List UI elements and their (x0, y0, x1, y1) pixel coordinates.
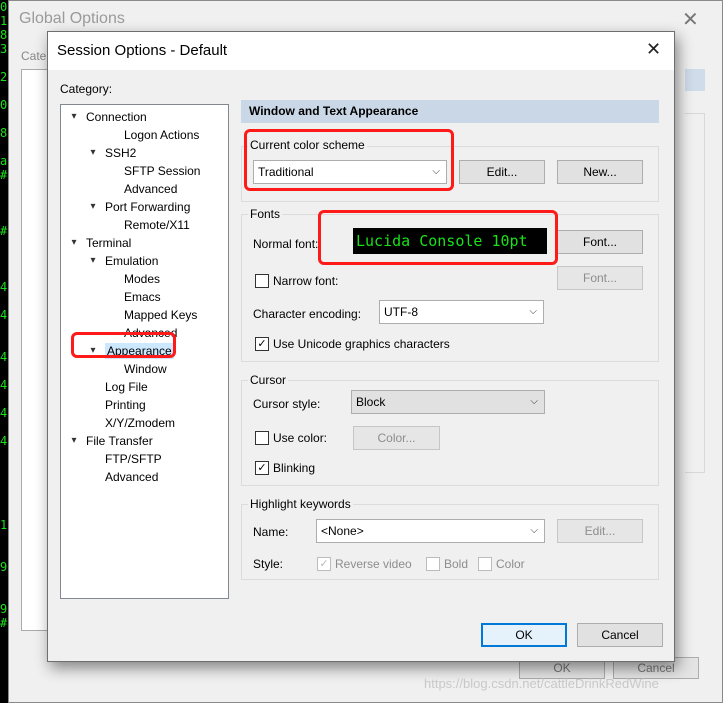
highlight-name-value: <None> (321, 524, 364, 538)
dialog-title: Session Options - Default (57, 42, 228, 59)
color-label: Color (496, 557, 525, 571)
tree-item-printing[interactable]: Printing (105, 397, 146, 413)
encoding-select[interactable]: UTF-8 ⌵ (379, 300, 544, 324)
chevron-down-icon: ⌵ (529, 306, 537, 317)
tree-item-x-y-zmodem[interactable]: X/Y/Zmodem (105, 415, 175, 431)
unicode-graphics-label: Use Unicode graphics characters (273, 337, 450, 351)
dialog-titlebar: Session Options - Default ✕ (48, 32, 674, 70)
global-header-bar (685, 69, 705, 91)
cursor-group-label: Cursor (248, 373, 289, 387)
cursor-style-value: Block (356, 395, 386, 409)
cursor-style-select[interactable]: Block ⌵ (351, 390, 545, 414)
cursor-color-button[interactable]: Color... (353, 426, 440, 450)
tree-item-sftp-session[interactable]: SFTP Session (124, 163, 200, 179)
bold-label: Bold (444, 557, 469, 571)
unicode-graphics-checkbox[interactable]: ✓ (255, 337, 269, 351)
normal-font-label: Normal font: (253, 237, 319, 251)
cursor-style-label: Cursor style: (253, 397, 321, 411)
bold-checkbox[interactable] (426, 557, 440, 571)
annotation-red-box (71, 332, 176, 358)
tree-item-ftp-sftp[interactable]: FTP/SFTP (105, 451, 162, 467)
annotation-red-box (244, 129, 454, 191)
chevron-down-icon[interactable]: ▾ (69, 433, 79, 449)
highlight-group-label: Highlight keywords (248, 497, 353, 511)
tree-item-port-forwarding[interactable]: Port Forwarding (105, 199, 190, 215)
tree-item-file-transfer[interactable]: File Transfer (86, 433, 153, 449)
highlight-edit-button[interactable]: Edit... (557, 519, 643, 543)
chevron-down-icon[interactable]: ▾ (88, 199, 98, 215)
tree-item-emulation[interactable]: Emulation (105, 253, 158, 269)
tree-item-advanced[interactable]: Advanced (105, 469, 158, 485)
highlight-name-select[interactable]: <None> ⌵ (316, 519, 545, 543)
tree-item-mapped-keys[interactable]: Mapped Keys (124, 307, 197, 323)
encoding-value: UTF-8 (384, 305, 418, 319)
close-icon[interactable]: ✕ (646, 39, 661, 60)
encoding-label: Character encoding: (253, 307, 362, 321)
tree-item-log-file[interactable]: Log File (105, 379, 148, 395)
tree-item-emacs[interactable]: Emacs (124, 289, 161, 305)
edit-scheme-button[interactable]: Edit... (459, 160, 545, 184)
global-close-icon[interactable]: ✕ (682, 7, 699, 32)
tree-item-advanced[interactable]: Advanced (124, 181, 177, 197)
blinking-label: Blinking (273, 461, 316, 475)
chevron-down-icon[interactable]: ▾ (69, 235, 79, 251)
chevron-down-icon: ⌵ (530, 396, 538, 407)
annotation-red-box (318, 210, 558, 265)
chevron-down-icon[interactable]: ▾ (88, 253, 98, 269)
highlight-style-label: Style: (253, 557, 284, 571)
ok-button[interactable]: OK (481, 623, 567, 647)
watermark: https://blog.csdn.net/cattleDrinkRedWine (424, 676, 659, 691)
tree-item-window[interactable]: Window (124, 361, 167, 377)
chevron-down-icon[interactable]: ▾ (69, 109, 79, 125)
normal-font-button[interactable]: Font... (557, 230, 643, 254)
narrow-font-button[interactable]: Font... (557, 266, 643, 290)
cancel-button[interactable]: Cancel (577, 623, 663, 647)
tree-item-ssh2[interactable]: SSH2 (105, 145, 136, 161)
blinking-checkbox[interactable]: ✓ (255, 461, 269, 475)
global-panel (685, 113, 705, 473)
tree-item-modes[interactable]: Modes (124, 271, 160, 287)
reverse-video-label: Reverse video (335, 557, 412, 571)
use-color-label: Use color: (273, 431, 328, 445)
narrow-font-checkbox[interactable] (255, 274, 269, 288)
tree-item-logon-actions[interactable]: Logon Actions (124, 127, 199, 143)
reverse-video-checkbox[interactable]: ✓ (317, 557, 331, 571)
section-header: Window and Text Appearance (241, 100, 659, 123)
use-color-checkbox[interactable] (255, 431, 269, 445)
fonts-group-label: Fonts (248, 207, 283, 221)
color-checkbox[interactable] (478, 557, 492, 571)
narrow-font-label: Narrow font: (273, 274, 339, 288)
tree-item-terminal[interactable]: Terminal (86, 235, 131, 251)
global-category-label: Cate (21, 49, 47, 63)
tree-item-remote-x11[interactable]: Remote/X11 (124, 217, 190, 233)
session-options-dialog: Session Options - Default ✕ Category: ▾ C… (47, 31, 675, 662)
new-scheme-button[interactable]: New... (557, 160, 643, 184)
chevron-down-icon[interactable]: ▾ (88, 145, 98, 161)
highlight-name-label: Name: (253, 525, 289, 539)
global-options-title: Global Options (19, 10, 125, 27)
chevron-down-icon: ⌵ (530, 525, 538, 536)
category-label: Category: (60, 82, 113, 96)
tree-item-connection[interactable]: Connection (86, 109, 147, 125)
